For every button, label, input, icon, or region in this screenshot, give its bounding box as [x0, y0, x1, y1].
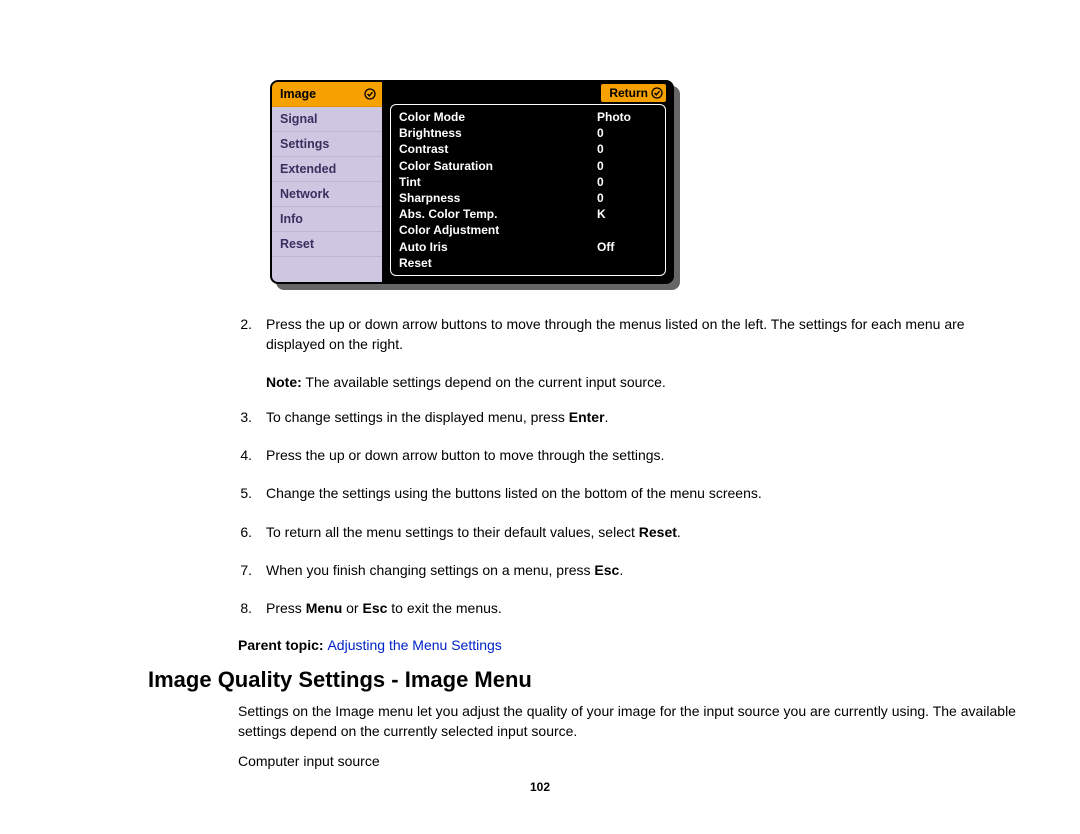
section-paragraph: Settings on the Image menu let you adjus… [238, 701, 1020, 742]
osd-row: Color Saturation0 [399, 158, 657, 174]
osd-row: Color ModePhoto [399, 109, 657, 125]
instructions-list: 2. Press the up or down arrow buttons to… [0, 314, 1080, 631]
step-text: To return all the menu settings to their… [266, 522, 1020, 542]
note-block: Note: The available settings depend on t… [266, 372, 1080, 392]
osd-row: Color Adjustment [399, 222, 657, 238]
projector-osd-menu: Image Signal Settings Extended Network I… [270, 80, 674, 284]
osd-side-network: Network [272, 182, 382, 207]
osd-row: Brightness0 [399, 125, 657, 141]
parent-topic-link[interactable]: Adjusting the Menu Settings [327, 637, 501, 653]
osd-row: Auto IrisOff [399, 239, 657, 255]
osd-side-extended: Extended [272, 157, 382, 182]
section-heading: Image Quality Settings - Image Menu [148, 667, 1080, 693]
step-number: 8. [222, 598, 252, 630]
osd-settings-panel: Color ModePhoto Brightness0 Contrast0 Co… [390, 104, 666, 276]
step-text: To change settings in the displayed menu… [266, 407, 1020, 427]
parent-topic-label: Parent topic: [238, 637, 327, 653]
osd-return-button: Return [601, 84, 666, 102]
note-text: The available settings depend on the cur… [302, 374, 666, 390]
osd-side-image: Image [272, 82, 382, 107]
parent-topic: Parent topic: Adjusting the Menu Setting… [238, 637, 1080, 653]
page-number: 102 [0, 780, 1080, 794]
osd-main: Return Color ModePhoto Brightness0 Contr… [384, 82, 672, 282]
osd-row: Contrast0 [399, 141, 657, 157]
osd-side-label: Image [280, 87, 316, 101]
osd-row: Tint0 [399, 174, 657, 190]
enter-icon [364, 88, 376, 100]
step-number: 6. [222, 522, 252, 554]
step-text: When you finish changing settings on a m… [266, 560, 1020, 580]
note-label: Note: [266, 374, 302, 390]
osd-side-settings: Settings [272, 132, 382, 157]
osd-sidebar: Image Signal Settings Extended Network I… [272, 82, 384, 282]
step-text: Press the up or down arrow buttons to mo… [266, 314, 1020, 355]
step-number: 7. [222, 560, 252, 592]
step-number: 5. [222, 483, 252, 515]
step-text: Press Menu or Esc to exit the menus. [266, 598, 1020, 618]
step-text: Press the up or down arrow button to mov… [266, 445, 1020, 465]
osd-side-reset: Reset [272, 232, 382, 257]
osd-row: Abs. Color Temp.K [399, 206, 657, 222]
enter-icon [651, 87, 663, 99]
osd-side-info: Info [272, 207, 382, 232]
section-paragraph: Computer input source [238, 751, 1020, 771]
step-number: 3. [222, 407, 252, 439]
step-text: Change the settings using the buttons li… [266, 483, 1020, 503]
step-number: 2. [222, 314, 252, 367]
osd-row: Sharpness0 [399, 190, 657, 206]
osd-side-signal: Signal [272, 107, 382, 132]
step-number: 4. [222, 445, 252, 477]
osd-row: Reset [399, 255, 657, 271]
